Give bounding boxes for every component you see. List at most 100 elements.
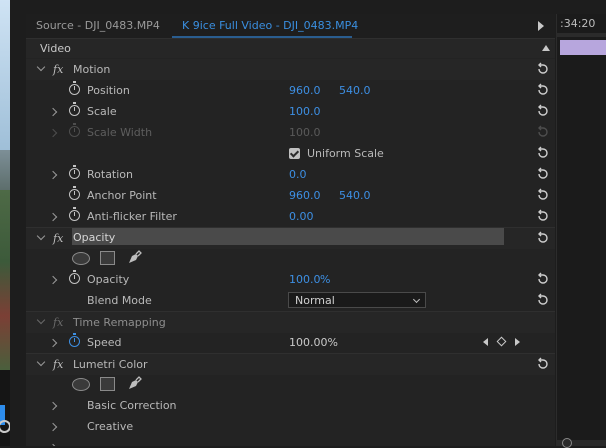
param-row-anchor-point[interactable]: Anchor Point 960.0 540.0 — [26, 185, 555, 206]
timeline-clip-bar[interactable] — [560, 40, 606, 55]
param-row-opacity[interactable]: Opacity 100.0 % — [26, 269, 555, 290]
stopwatch-icon[interactable] — [69, 102, 80, 116]
reset-icon[interactable] — [536, 293, 550, 307]
scale-value[interactable]: 100.0 — [289, 101, 321, 122]
video-frame-sky — [0, 0, 10, 150]
stopwatch-icon[interactable] — [69, 81, 80, 95]
param-row-speed[interactable]: Speed 100.00% — [26, 332, 555, 353]
param-row-blend-mode[interactable]: Blend Mode Normal — [26, 290, 555, 311]
reset-icon[interactable] — [536, 188, 550, 202]
position-x-value[interactable]: 960.0 — [289, 80, 321, 101]
effect-name-opacity: Opacity — [73, 231, 116, 244]
video-frame-land — [0, 190, 10, 370]
speed-value[interactable]: 100.00% — [289, 332, 338, 353]
param-label-blend-mode: Blend Mode — [87, 294, 152, 307]
chevron-right-icon[interactable] — [48, 401, 58, 411]
stopwatch-icon[interactable] — [69, 186, 80, 200]
video-section-label: Video — [40, 42, 71, 55]
rectangle-mask-icon[interactable] — [100, 251, 115, 265]
stopwatch-icon[interactable] — [69, 165, 80, 179]
previous-keyframe-icon[interactable] — [483, 338, 488, 346]
video-frame-city — [0, 150, 10, 190]
param-row-position[interactable]: Position 960.0 540.0 — [26, 80, 555, 101]
param-row-scale[interactable]: Scale 100.0 — [26, 101, 555, 122]
stopwatch-icon[interactable] — [69, 270, 80, 284]
effect-row-lumetri[interactable]: fx Lumetri Color — [26, 353, 555, 375]
stopwatch-icon — [69, 123, 80, 137]
reset-icon[interactable] — [536, 146, 550, 160]
position-y-value[interactable]: 540.0 — [339, 80, 371, 101]
active-tab-indicator — [172, 36, 352, 38]
mask-tools-row — [26, 248, 555, 269]
param-label-rotation: Rotation — [87, 168, 134, 181]
chevron-right-icon — [48, 128, 58, 138]
pen-mask-icon[interactable] — [126, 250, 142, 266]
chevron-down-icon[interactable] — [36, 231, 46, 241]
anchor-x-value[interactable]: 960.0 — [289, 185, 321, 206]
timeline-timecode: :34:20 — [560, 17, 596, 30]
add-keyframe-icon[interactable] — [496, 336, 507, 347]
fx-toggle-icon[interactable]: fx — [53, 354, 63, 375]
reset-icon[interactable] — [536, 104, 550, 118]
fx-toggle-icon[interactable]: fx — [53, 228, 63, 249]
stopwatch-icon[interactable] — [69, 207, 80, 221]
chevron-down-icon[interactable] — [36, 357, 46, 367]
pen-mask-icon[interactable] — [126, 376, 142, 392]
tab-effect-controls[interactable]: K 9ice Full Video - DJI_0483.MP4 — [182, 14, 358, 38]
reset-icon[interactable] — [536, 272, 550, 286]
scroll-handle-icon[interactable] — [0, 420, 10, 433]
chevron-right-icon[interactable] — [48, 170, 58, 180]
param-label-speed: Speed — [87, 336, 122, 349]
param-row-anti-flicker[interactable]: Anti-flicker Filter 0.00 — [26, 206, 555, 227]
chevron-down-icon — [412, 295, 421, 304]
reset-icon[interactable] — [536, 231, 550, 245]
stopwatch-icon[interactable] — [69, 333, 80, 347]
chevron-right-icon[interactable] — [48, 338, 58, 348]
anti-flicker-value[interactable]: 0.00 — [289, 206, 314, 227]
scale-width-value: 100.0 — [289, 126, 321, 139]
chevron-down-icon[interactable] — [36, 62, 46, 72]
panel-tab-bar: Source - DJI_0483.MP4 K 9ice Full Video … — [26, 14, 555, 39]
tab-source-monitor[interactable]: Source - DJI_0483.MP4 — [36, 14, 160, 38]
reset-icon[interactable] — [536, 62, 550, 76]
opacity-value[interactable]: 100.0 — [289, 269, 321, 290]
reset-icon[interactable] — [536, 167, 550, 181]
uniform-scale-checkbox[interactable] — [289, 148, 300, 159]
collapse-up-icon[interactable] — [542, 45, 550, 51]
reset-icon — [538, 125, 548, 137]
chevron-right-icon[interactable] — [48, 275, 58, 285]
zoom-handle-icon[interactable] — [562, 438, 572, 448]
effect-row-time-remapping[interactable]: fx Time Remapping — [26, 311, 555, 333]
ellipse-mask-icon[interactable] — [72, 378, 90, 391]
blend-mode-dropdown[interactable]: Normal — [288, 292, 426, 308]
reset-icon[interactable] — [536, 357, 550, 371]
next-keyframe-icon[interactable] — [515, 338, 520, 346]
selected-effect-highlight — [72, 228, 504, 245]
lumetri-group-next[interactable] — [26, 437, 555, 446]
rectangle-mask-icon[interactable] — [100, 377, 115, 391]
effect-row-motion[interactable]: fx Motion — [26, 59, 555, 80]
rotation-value[interactable]: 0.0 — [289, 164, 307, 185]
lumetri-group-basic-correction[interactable]: Basic Correction — [26, 395, 555, 416]
chevron-right-icon[interactable] — [48, 212, 58, 222]
blend-mode-value: Normal — [295, 294, 335, 307]
ellipse-mask-icon[interactable] — [72, 252, 90, 265]
chevron-right-icon[interactable] — [48, 422, 58, 432]
lumetri-group-creative[interactable]: Creative — [26, 416, 555, 437]
fx-toggle-icon[interactable]: fx — [53, 59, 63, 80]
tab-overflow-icon[interactable] — [538, 21, 544, 31]
param-row-rotation[interactable]: Rotation 0.0 — [26, 164, 555, 185]
reset-icon[interactable] — [536, 83, 550, 97]
effect-name-lumetri: Lumetri Color — [73, 358, 148, 371]
param-row-uniform-scale[interactable]: Uniform Scale — [26, 143, 555, 164]
param-row-scale-width: Scale Width 100.0 — [26, 122, 555, 143]
reset-icon[interactable] — [536, 209, 550, 223]
mask-tools-row — [26, 374, 555, 395]
chevron-right-icon[interactable] — [48, 107, 58, 117]
param-label-position: Position — [87, 84, 130, 97]
video-section-header: Video — [26, 39, 555, 58]
chevron-down-icon[interactable] — [36, 315, 46, 325]
timeline-ruler[interactable] — [556, 33, 606, 37]
anchor-y-value[interactable]: 540.0 — [339, 185, 371, 206]
effect-controls-timeline[interactable] — [556, 14, 606, 446]
